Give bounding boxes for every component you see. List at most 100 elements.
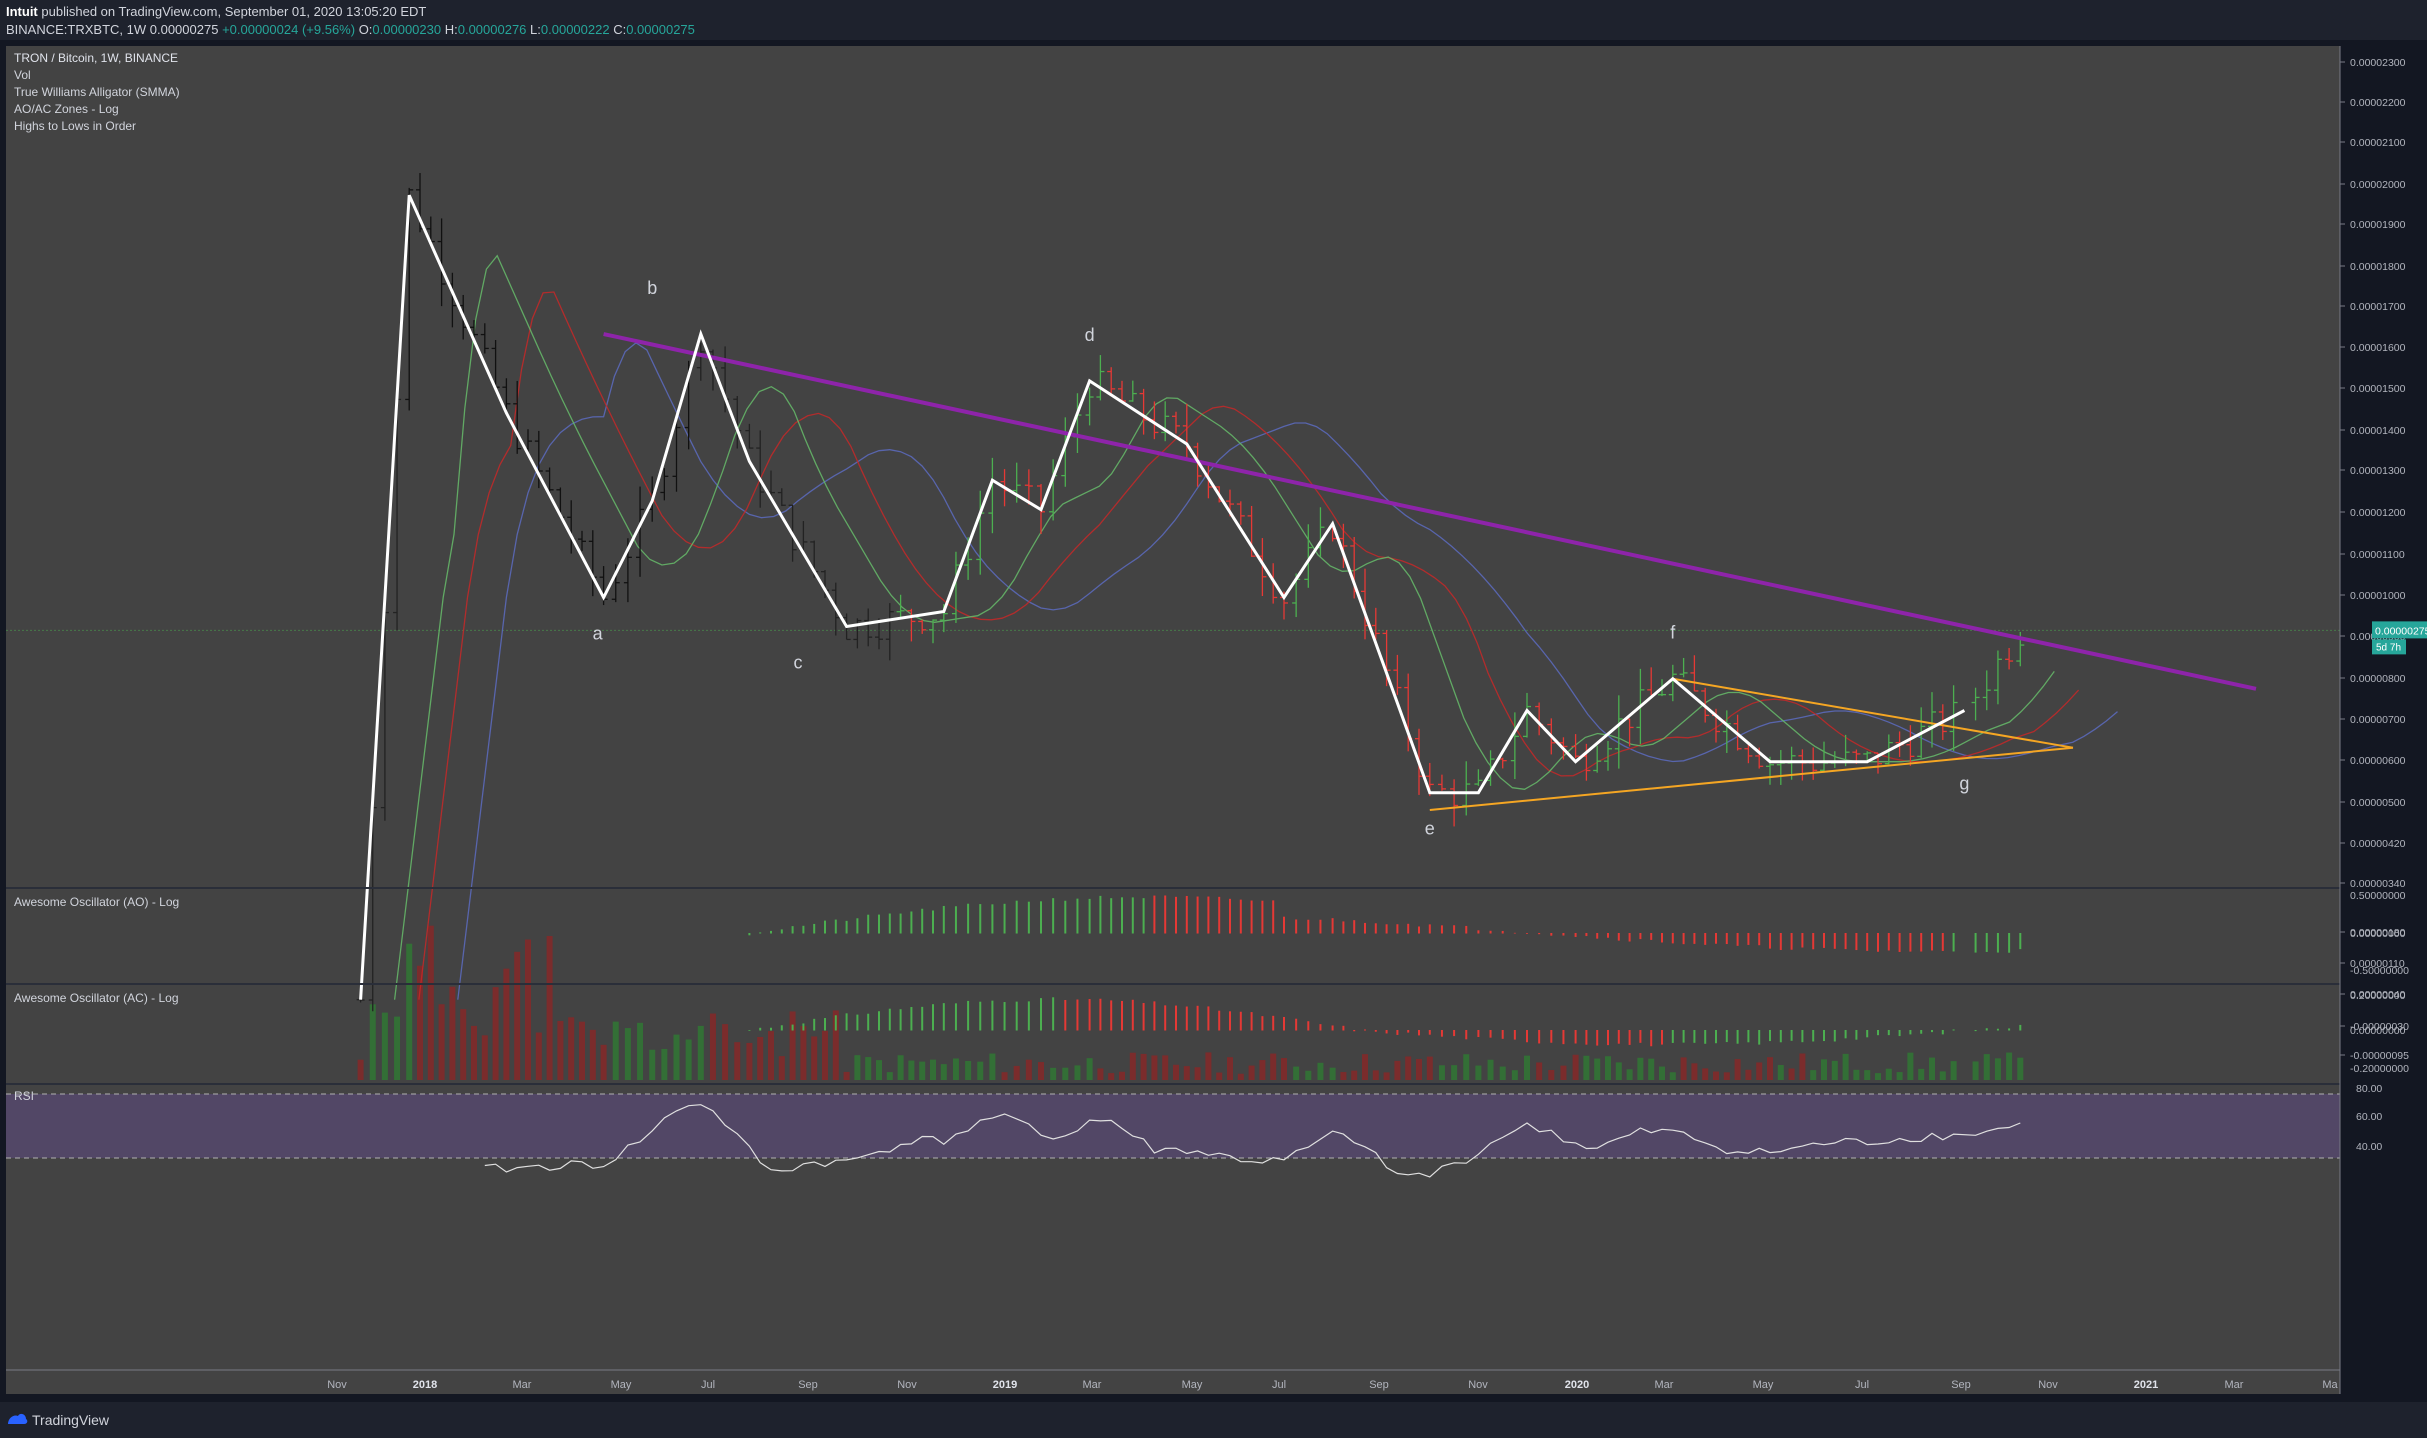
time-axis-label: Sep (1951, 1379, 1971, 1391)
ac-histogram-bar (1513, 1030, 1516, 1040)
volume-bar (471, 1025, 477, 1080)
ac-histogram-bar (1353, 1030, 1356, 1032)
volume-bar (1983, 1054, 1990, 1080)
volume-bar (2006, 1052, 2013, 1080)
volume-bar (1259, 1060, 1266, 1080)
time-axis-label: May (611, 1379, 632, 1391)
brand-label[interactable]: TradingView (32, 1412, 109, 1428)
volume-bar (1270, 1053, 1277, 1080)
publisher-name[interactable]: Intuit (6, 4, 38, 19)
ao-histogram-bar (2008, 933, 2011, 953)
ac-histogram-bar (1331, 1025, 1334, 1031)
volume-bar (1777, 1065, 1784, 1080)
time-axis-label: Mar (1655, 1379, 1674, 1391)
ao-histogram-bar (991, 904, 994, 934)
rsi-axis-label: 60.00 (2356, 1111, 2382, 1123)
time-axis-label: Nov (2038, 1379, 2058, 1391)
volume-bar (989, 1053, 996, 1080)
ao-histogram-bar (1295, 919, 1298, 934)
price-axis-label: 0.00001200 (2350, 507, 2406, 519)
time-axis-label: Nov (327, 1379, 347, 1391)
rsi-pane-title: RSI (14, 1089, 34, 1103)
ac-histogram-bar (856, 1014, 859, 1031)
ao-histogram-bar (1758, 933, 1761, 946)
volume-bar (1511, 1070, 1518, 1080)
ac-histogram-bar (979, 1001, 982, 1031)
wave-label-g: g (1959, 774, 1969, 794)
ao-histogram-bar (1996, 933, 1999, 953)
ao-histogram-bar (1538, 933, 1541, 935)
ac-histogram-bar (1283, 1016, 1285, 1031)
volume-bar (1536, 1062, 1543, 1080)
chart-canvas[interactable]: abcdefg TRON / Bitcoin, 1W, BINANCEVolTr… (0, 40, 2427, 1402)
ao-histogram-bar (824, 920, 826, 934)
volume-bar (1129, 1052, 1136, 1080)
volume-bar (854, 1055, 861, 1080)
price-axis-label: 0.00000420 (2350, 838, 2406, 850)
ac-histogram-bar (1617, 1030, 1620, 1044)
volume-bar (1162, 1055, 1169, 1080)
ac-histogram-bar (1779, 1030, 1782, 1043)
time-axis-label: 2021 (2134, 1379, 2158, 1391)
price-axis-label: 0.00000340 (2350, 878, 2406, 890)
ac-histogram-bar (1920, 1030, 1923, 1034)
volume-bar (579, 1021, 585, 1080)
price-axis-label: 0.00001700 (2350, 301, 2406, 313)
price-axis-label: 0.00000500 (2350, 797, 2406, 809)
ac-axis-label: 0.20000000 (2350, 990, 2406, 1002)
volume-bar (1524, 1055, 1530, 1080)
volume-bar (697, 1025, 704, 1080)
ac-histogram-bar (1585, 1030, 1588, 1045)
ao-histogram-bar (967, 903, 970, 934)
ao-histogram-bar (1342, 921, 1345, 934)
time-axis-label: Jul (1272, 1379, 1286, 1391)
ac-histogram-bar (1887, 1030, 1890, 1036)
price-axis-label: 0.00002300 (2350, 57, 2406, 69)
ao-histogram-bar (1501, 930, 1504, 934)
wave-label-e: e (1425, 819, 1435, 839)
volume-bar (557, 1020, 564, 1080)
ac-histogram-bar (791, 1024, 794, 1031)
price-axis[interactable]: 0.00002300 0.00002200 0.00002100 0.00002000… (2340, 57, 2409, 1062)
volume-bar (1329, 1067, 1336, 1080)
ac-histogram-bar (1574, 1030, 1577, 1044)
time-axis-label: May (1182, 1379, 1203, 1391)
ac-histogram-bar (845, 1013, 848, 1031)
volume-bar (1001, 1072, 1008, 1080)
ac-histogram-bar (1239, 1011, 1242, 1031)
published-text: published on TradingView.com, September … (41, 4, 427, 19)
ao-histogram-bar (1898, 933, 1901, 952)
ao-histogram-bar (1131, 897, 1134, 934)
volume-bar (637, 1022, 644, 1080)
volume-bar (1205, 1052, 1212, 1080)
ao-histogram-bar (1725, 933, 1728, 945)
volume-bar (1487, 1059, 1494, 1080)
ac-histogram-bar (1185, 1006, 1188, 1031)
ac-histogram-bar (1671, 1030, 1674, 1043)
ac-histogram-bar (824, 1018, 826, 1031)
ao-histogram-bar (1261, 900, 1264, 934)
ao-histogram-bar (1790, 933, 1793, 950)
volume-bar (1548, 1069, 1555, 1080)
ac-histogram-bar (1812, 1030, 1815, 1042)
price-axis-label: 0.00000800 (2350, 673, 2406, 685)
symbol[interactable]: BINANCE:TRXBTC, 1W (6, 22, 146, 37)
volume-bar (1939, 1071, 1946, 1080)
ao-histogram-bar (802, 925, 805, 934)
time-axis-label: May (1753, 1379, 1774, 1391)
volume-bar (1463, 1054, 1470, 1080)
ao-histogram-bar (791, 926, 794, 934)
ac-histogram-bar (1064, 999, 1067, 1031)
time-axis-label: Nov (897, 1379, 917, 1391)
volume-bar (1340, 1072, 1347, 1080)
ao-histogram-bar (1833, 933, 1836, 949)
ao-histogram-bar (1823, 933, 1825, 948)
chart-background (6, 46, 2340, 1394)
ao-histogram-bar (1272, 900, 1275, 934)
volume-bar (438, 1004, 445, 1080)
tradingview-logo-icon[interactable] (6, 1410, 28, 1428)
ao-axis-label: -0.50000000 (2350, 965, 2409, 977)
close-label: C: (613, 22, 627, 37)
ao-histogram-bar (1736, 933, 1739, 946)
ao-histogram-bar (1418, 926, 1420, 934)
